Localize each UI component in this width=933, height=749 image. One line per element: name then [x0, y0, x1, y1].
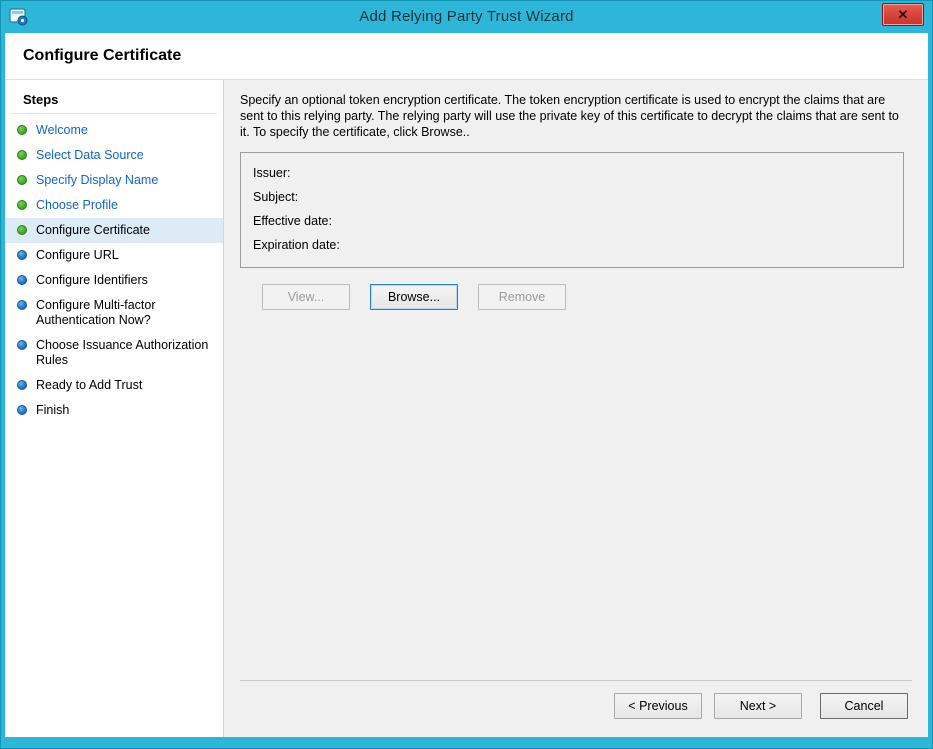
step-label: Finish — [36, 403, 69, 418]
sidebar-step[interactable]: Finish — [5, 398, 223, 423]
step-label: Select Data Source — [36, 148, 144, 163]
steps-list: Welcome Select Data Source Specify Display… — [5, 118, 223, 423]
wizard-footer: < Previous Next > Cancel — [240, 680, 912, 725]
sidebar-step[interactable]: Configure Identifiers — [5, 268, 223, 293]
step-done-icon — [17, 150, 27, 160]
step-done-icon — [17, 175, 27, 185]
sidebar-step[interactable]: Ready to Add Trust — [5, 373, 223, 398]
step-pending-icon — [17, 300, 27, 310]
steps-sidebar: Steps Welcome Select Data Source Specify D… — [5, 80, 223, 737]
sidebar-step[interactable]: Configure URL — [5, 243, 223, 268]
sidebar-step[interactable]: Choose Profile — [5, 193, 223, 218]
wizard-body: Configure Certificate Steps Welcome Selec… — [5, 33, 928, 737]
subject-label: Subject: — [253, 185, 891, 209]
step-label: Welcome — [36, 123, 88, 138]
issuer-label: Issuer: — [253, 161, 891, 185]
sidebar-step[interactable]: Configure Multi-factor Authentication No… — [5, 293, 223, 333]
sidebar-step[interactable]: Configure Certificate — [5, 218, 223, 243]
remove-button[interactable]: Remove — [478, 284, 566, 310]
step-label: Ready to Add Trust — [36, 378, 142, 393]
sidebar-step[interactable]: Select Data Source — [5, 143, 223, 168]
step-done-icon — [17, 125, 27, 135]
step-pending-icon — [17, 340, 27, 350]
step-label: Specify Display Name — [36, 173, 158, 188]
wizard-window: Add Relying Party Trust Wizard ✕ Configu… — [0, 0, 933, 749]
step-done-icon — [17, 200, 27, 210]
page-header: Configure Certificate — [5, 33, 928, 79]
step-pending-icon — [17, 250, 27, 260]
step-pending-icon — [17, 380, 27, 390]
sidebar-step[interactable]: Welcome — [5, 118, 223, 143]
close-icon: ✕ — [898, 7, 909, 23]
description-text: Specify an optional token encryption cer… — [240, 92, 912, 140]
close-button[interactable]: ✕ — [882, 3, 924, 26]
expiration-date-label: Expiration date: — [253, 233, 891, 257]
view-button[interactable]: View... — [262, 284, 350, 310]
step-label: Configure URL — [36, 248, 119, 263]
sidebar-step[interactable]: Choose Issuance Authorization Rules — [5, 333, 223, 373]
sidebar-step[interactable]: Specify Display Name — [5, 168, 223, 193]
browse-button[interactable]: Browse... — [370, 284, 458, 310]
previous-button[interactable]: < Previous — [614, 693, 702, 719]
window-title: Add Relying Party Trust Wizard — [5, 8, 928, 25]
steps-heading: Steps — [11, 88, 217, 114]
cancel-button[interactable]: Cancel — [820, 693, 908, 719]
step-done-icon — [17, 225, 27, 235]
step-pending-icon — [17, 405, 27, 415]
effective-date-label: Effective date: — [253, 209, 891, 233]
next-button[interactable]: Next > — [714, 693, 802, 719]
content-pane: Specify an optional token encryption cer… — [223, 80, 928, 737]
step-pending-icon — [17, 275, 27, 285]
step-label: Configure Certificate — [36, 223, 150, 238]
title-bar: Add Relying Party Trust Wizard ✕ — [5, 0, 928, 33]
certificate-buttons: View... Browse... Remove — [262, 284, 912, 310]
step-label: Choose Issuance Authorization Rules — [36, 338, 215, 368]
page-title: Configure Certificate — [23, 47, 181, 65]
step-label: Configure Identifiers — [36, 273, 148, 288]
certificate-group-box: Issuer: Subject: Effective date: Expirat… — [240, 152, 904, 268]
step-label: Choose Profile — [36, 198, 118, 213]
step-label: Configure Multi-factor Authentication No… — [36, 298, 215, 328]
